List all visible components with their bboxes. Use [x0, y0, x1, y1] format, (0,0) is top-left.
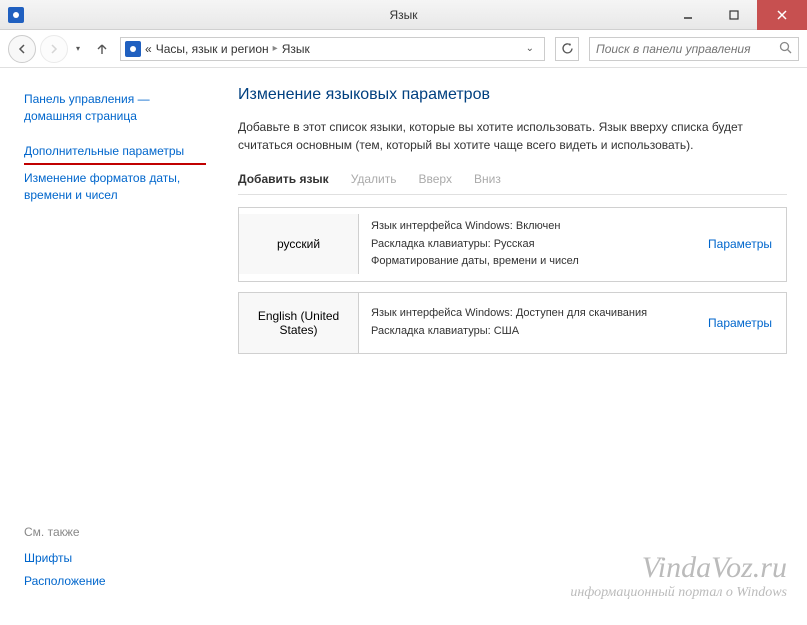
watermark-title: VindaVoz.ru	[570, 551, 787, 585]
language-row[interactable]: русский Язык интерфейса Windows: Включен…	[238, 207, 787, 282]
back-button[interactable]	[8, 35, 36, 63]
language-detail-line: Язык интерфейса Windows: Включен	[371, 218, 682, 236]
language-options-link[interactable]: Параметры	[694, 316, 786, 330]
language-detail-line: Раскладка клавиатуры: Русская	[371, 236, 682, 254]
search-input[interactable]	[596, 42, 779, 56]
sidebar-link-fonts[interactable]: Шрифты	[24, 547, 206, 570]
language-row[interactable]: English (United States) Язык интерфейса …	[238, 292, 787, 354]
watermark: VindaVoz.ru информационный портал о Wind…	[570, 551, 787, 601]
toolbar: Добавить язык Удалить Вверх Вниз	[238, 172, 787, 195]
breadcrumb-part-1[interactable]: Часы, язык и регион	[156, 42, 269, 56]
remove-button[interactable]: Удалить	[351, 172, 397, 186]
refresh-button[interactable]	[555, 37, 579, 61]
breadcrumb-icon	[125, 41, 141, 57]
minimize-button[interactable]	[665, 0, 711, 30]
breadcrumb-dropdown-icon[interactable]: ⌄	[526, 43, 540, 54]
language-tile: English (United States)	[239, 293, 359, 353]
add-language-button[interactable]: Добавить язык	[238, 172, 329, 186]
sidebar-link-advanced[interactable]: Дополнительные параметры	[24, 140, 206, 166]
move-up-button[interactable]: Вверх	[419, 172, 452, 186]
window-icon	[8, 7, 24, 23]
sidebar: Панель управления — домашняя страница До…	[0, 68, 218, 625]
language-detail-line: Язык интерфейса Windows: Доступен для ск…	[371, 305, 682, 323]
sidebar-link-location[interactable]: Расположение	[24, 570, 206, 593]
window-controls	[665, 0, 807, 30]
window-title: Язык	[389, 8, 417, 22]
sidebar-seealso-title: См. также	[24, 525, 206, 539]
chevron-right-icon: ▸	[273, 43, 278, 54]
titlebar: Язык	[0, 0, 807, 30]
close-button[interactable]	[757, 0, 807, 30]
language-details: Язык интерфейса Windows: Доступен для ск…	[359, 295, 694, 350]
move-down-button[interactable]: Вниз	[474, 172, 501, 186]
breadcrumb-prefix: «	[145, 42, 152, 56]
main: Изменение языковых параметров Добавьте в…	[218, 68, 807, 625]
watermark-subtitle: информационный портал о Windows	[570, 585, 787, 601]
page-title: Изменение языковых параметров	[238, 86, 787, 104]
language-detail-line: Раскладка клавиатуры: США	[371, 323, 682, 341]
sidebar-link-home[interactable]: Панель управления — домашняя страница	[24, 88, 206, 128]
search-icon[interactable]	[779, 41, 792, 57]
language-tile: русский	[239, 214, 359, 274]
language-detail-line: Форматирование даты, времени и чисел	[371, 253, 682, 271]
page-description: Добавьте в этот список языки, которые вы…	[238, 118, 787, 154]
forward-button[interactable]	[40, 35, 68, 63]
breadcrumb[interactable]: « Часы, язык и регион ▸ Язык ⌄	[120, 37, 545, 61]
content: Панель управления — домашняя страница До…	[0, 68, 807, 625]
up-button[interactable]	[92, 39, 112, 59]
breadcrumb-part-2[interactable]: Язык	[282, 42, 310, 56]
language-options-link[interactable]: Параметры	[694, 237, 786, 251]
navbar: ▾ « Часы, язык и регион ▸ Язык ⌄	[0, 30, 807, 68]
sidebar-link-dateformat[interactable]: Изменение форматов даты, времени и чисел	[24, 167, 206, 207]
language-details: Язык интерфейса Windows: Включен Расклад…	[359, 208, 694, 281]
maximize-button[interactable]	[711, 0, 757, 30]
sidebar-footer: См. также Шрифты Расположение	[24, 525, 206, 613]
search-box[interactable]	[589, 37, 799, 61]
history-dropdown-icon[interactable]: ▾	[72, 44, 84, 53]
